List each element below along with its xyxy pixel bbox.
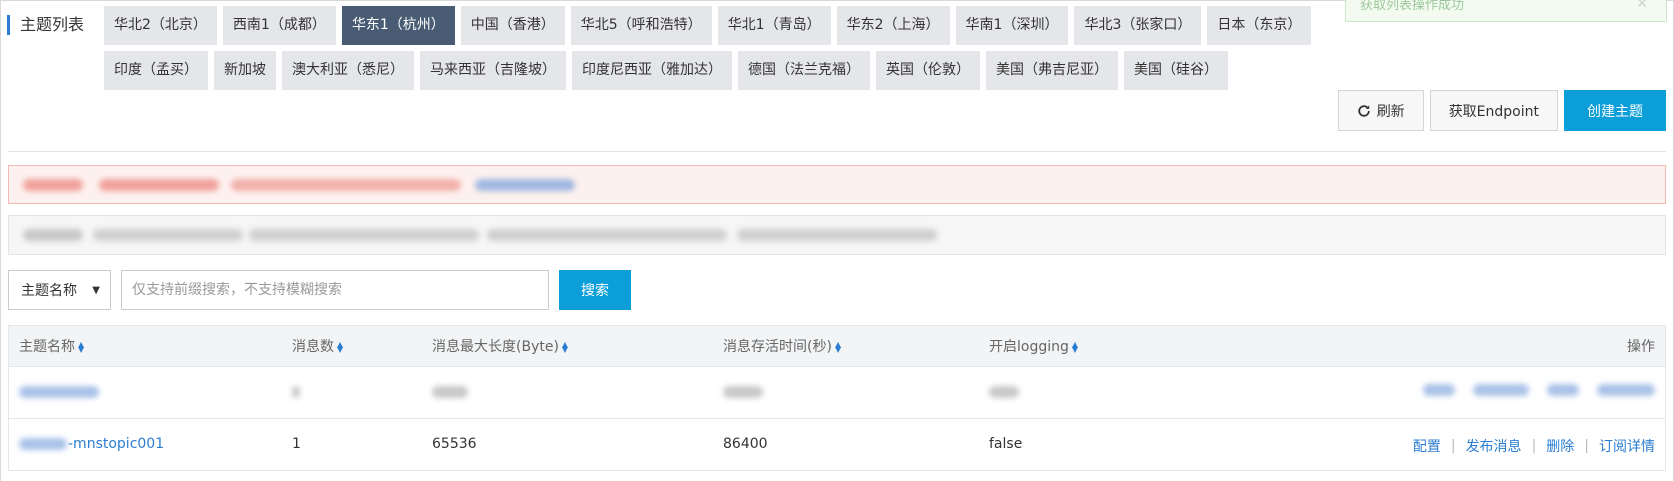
- redacted-text: [432, 386, 468, 398]
- separator: |: [1450, 438, 1456, 454]
- column-header-messages[interactable]: 消息数 ▲ ▼: [292, 336, 345, 356]
- search-button[interactable]: 搜索: [559, 270, 631, 310]
- sort-icon[interactable]: ▲ ▼: [78, 341, 86, 354]
- sort-icon[interactable]: ▲ ▼: [835, 341, 843, 354]
- region-tab-siliconvalley[interactable]: 美国（硅谷）: [1124, 51, 1228, 90]
- subscription-details-link[interactable]: 订阅详情: [1599, 436, 1655, 456]
- row-actions: [1415, 384, 1655, 396]
- region-tab-singapore[interactable]: 新加坡: [214, 51, 276, 90]
- region-tab-hongkong[interactable]: 中国（香港）: [460, 6, 565, 45]
- region-tab-huhehaote[interactable]: 华北5（呼和浩特）: [570, 6, 712, 45]
- cell-ttl: 86400: [723, 436, 768, 452]
- redacted-text: [487, 229, 727, 241]
- cell-logging: false: [989, 436, 1023, 452]
- search-field-value: 主题名称: [21, 283, 77, 299]
- caret-down-icon: ▼: [92, 285, 100, 296]
- table-row-redacted: [8, 367, 1666, 419]
- region-tab-frankfurt[interactable]: 德国（法兰克福）: [738, 51, 870, 90]
- region-tab-virginia[interactable]: 美国（弗吉尼亚）: [986, 51, 1118, 90]
- region-tab-jakarta[interactable]: 印度尼西亚（雅加达）: [572, 51, 732, 90]
- redacted-text: [23, 179, 83, 191]
- column-header-actions: 操作: [1627, 339, 1655, 355]
- column-header-name[interactable]: 主题名称 ▲ ▼: [19, 336, 86, 356]
- redacted-text: [23, 229, 83, 241]
- row-actions: 配置 | 发布消息 | 删除 | 订阅详情: [1413, 436, 1655, 456]
- info-notice: [8, 215, 1666, 255]
- separator: |: [1531, 438, 1537, 454]
- region-tab-shenzhen[interactable]: 华南1（深圳）: [955, 6, 1069, 45]
- cell-messages: 1: [292, 436, 301, 452]
- sort-icon[interactable]: ▲ ▼: [562, 341, 570, 354]
- region-tab-kualalumpur[interactable]: 马来西亚（吉隆坡）: [420, 51, 566, 90]
- toolbar: 刷新 获取Endpoint 创建主题: [1337, 90, 1666, 131]
- sort-icon[interactable]: ▲ ▼: [1072, 341, 1080, 354]
- get-endpoint-button[interactable]: 获取Endpoint: [1429, 90, 1558, 131]
- configure-link[interactable]: 配置: [1413, 436, 1441, 456]
- column-header-logging[interactable]: 开启logging ▲ ▼: [989, 336, 1080, 356]
- delete-link[interactable]: 删除: [1546, 436, 1574, 456]
- search-bar: 主题名称 ▼ 搜索: [8, 270, 631, 310]
- search-input[interactable]: [121, 270, 549, 310]
- separator: |: [1584, 438, 1589, 454]
- close-icon[interactable]: ✕: [1636, 0, 1648, 11]
- refresh-button[interactable]: 刷新: [1337, 90, 1424, 131]
- sort-icon[interactable]: ▲ ▼: [337, 341, 345, 354]
- redacted-text: [231, 179, 461, 191]
- column-header-max-length[interactable]: 消息最大长度(Byte) ▲ ▼: [432, 336, 570, 356]
- redacted-text: [99, 179, 219, 191]
- redacted-text: [93, 229, 243, 241]
- redacted-text: [292, 386, 300, 398]
- region-tab-beijing[interactable]: 华北2（北京）: [104, 6, 217, 45]
- redacted-text: [737, 229, 937, 241]
- redacted-link[interactable]: [19, 386, 99, 398]
- region-tab-qingdao[interactable]: 华北1（青岛）: [717, 6, 831, 45]
- publish-message-link[interactable]: 发布消息: [1466, 436, 1522, 456]
- region-tab-hangzhou[interactable]: 华东1（杭州）: [341, 6, 455, 45]
- region-tabs: 华北2（北京） 西南1（成都） 华东1（杭州） 中国（香港） 华北5（呼和浩特）…: [104, 6, 1340, 96]
- refresh-icon: [1358, 104, 1370, 117]
- region-tab-zhangjiakou[interactable]: 华北3（张家口）: [1074, 6, 1202, 45]
- redacted-link[interactable]: [1547, 384, 1579, 396]
- refresh-label: 刷新: [1376, 103, 1405, 120]
- region-row-2: 印度（孟买） 新加坡 澳大利亚（悉尼） 马来西亚（吉隆坡） 印度尼西亚（雅加达）…: [104, 51, 1340, 90]
- region-row-1: 华北2（北京） 西南1（成都） 华东1（杭州） 中国（香港） 华北5（呼和浩特）…: [104, 6, 1340, 45]
- redacted-text: [723, 386, 763, 398]
- region-tab-mumbai[interactable]: 印度（孟买）: [104, 51, 208, 90]
- success-toast: 获取列表操作成功 ✕: [1345, 0, 1667, 22]
- topic-name-link[interactable]: -mnstopic001: [68, 436, 164, 452]
- region-tab-london[interactable]: 英国（伦敦）: [876, 51, 980, 90]
- redacted-link[interactable]: [1423, 384, 1455, 396]
- region-tab-chengdu[interactable]: 西南1（成都）: [222, 6, 336, 45]
- redacted-link[interactable]: [475, 179, 575, 191]
- page-title: 主题列表: [7, 15, 84, 35]
- redacted-link[interactable]: [1597, 384, 1655, 396]
- cell-max-length: 65536: [432, 436, 477, 452]
- region-tab-sydney[interactable]: 澳大利亚（悉尼）: [282, 51, 414, 90]
- redacted-link[interactable]: [1473, 384, 1529, 396]
- table-header: 主题名称 ▲ ▼ 消息数 ▲ ▼ 消息最大长度(Byte) ▲ ▼ 消息存活时间(秒) ▲ ▼ …: [8, 325, 1666, 367]
- region-tab-tokyo[interactable]: 日本（东京）: [1207, 6, 1312, 45]
- redacted-text: [989, 386, 1019, 398]
- warning-notice: [8, 165, 1666, 204]
- divider: [8, 151, 1666, 152]
- search-field-select[interactable]: 主题名称 ▼: [8, 270, 111, 310]
- region-tab-shanghai[interactable]: 华东2（上海）: [836, 6, 950, 45]
- toast-text: 获取列表操作成功: [1360, 0, 1465, 13]
- column-header-ttl[interactable]: 消息存活时间(秒) ▲ ▼: [723, 336, 843, 356]
- redacted-text: [19, 438, 67, 450]
- topic-table: 主题名称 ▲ ▼ 消息数 ▲ ▼ 消息最大长度(Byte) ▲ ▼ 消息存活时间(秒) ▲ ▼ …: [8, 325, 1666, 471]
- redacted-text: [249, 229, 479, 241]
- table-row: -mnstopic001 1 65536 86400 false 配置 | 发布…: [8, 419, 1666, 471]
- create-topic-button[interactable]: 创建主题: [1564, 90, 1666, 131]
